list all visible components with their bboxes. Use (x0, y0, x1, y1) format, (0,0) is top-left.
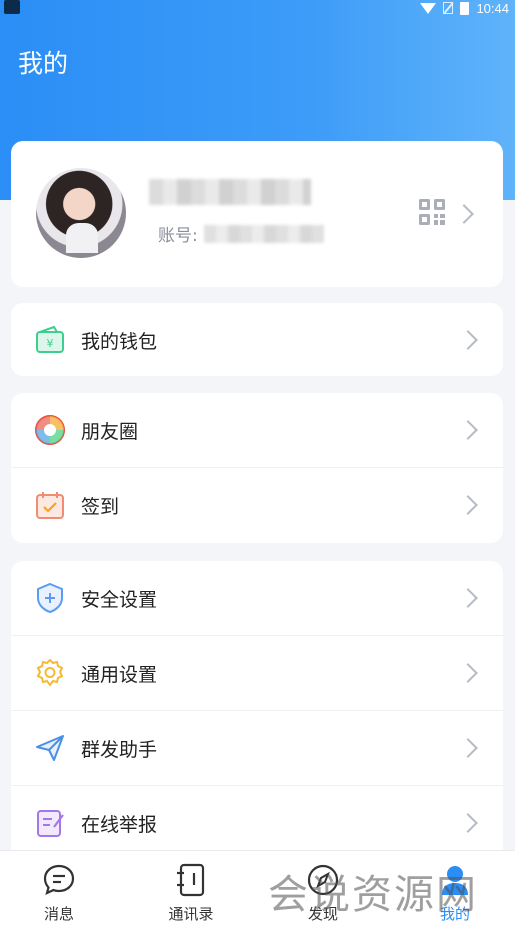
chevron-right-icon (458, 420, 478, 440)
moments-icon (35, 415, 65, 445)
wallet-icon: ¥ (36, 325, 64, 353)
checkin-calendar-icon (36, 492, 64, 519)
tab-contacts[interactable]: 通讯录 (141, 851, 241, 925)
tab-messages[interactable]: 消息 (9, 851, 109, 925)
paper-plane-icon (36, 735, 64, 761)
svg-text:¥: ¥ (47, 337, 54, 350)
chevron-right-icon (458, 738, 478, 758)
watermark: 会说资源网 (268, 872, 478, 918)
chevron-right-icon (458, 588, 478, 608)
gear-icon (36, 658, 64, 687)
no-sim-icon (443, 2, 454, 14)
chevron-right-icon (454, 204, 474, 224)
menu-item-label: 群发助手 (81, 739, 158, 761)
tab-label: 消息 (43, 905, 74, 923)
contacts-book-icon (177, 863, 205, 897)
chevron-right-icon (458, 813, 478, 833)
chat-icon (43, 864, 75, 895)
chevron-right-icon (458, 663, 478, 683)
chevron-right-icon (458, 330, 478, 350)
menu-item-wallet[interactable]: ¥ 我的钱包 (11, 303, 503, 377)
status-bar: 10:44 (0, 0, 515, 18)
social-group: 朋友圈 签到 (11, 393, 503, 543)
menu-item-label: 在线举报 (81, 814, 158, 836)
profile-card[interactable]: 账号: (11, 141, 503, 287)
wallet-group: ¥ 我的钱包 (11, 303, 503, 376)
account-label: 账号: (158, 226, 198, 246)
menu-item-general-settings[interactable]: 通用设置 (11, 636, 503, 710)
notification-icon (4, 0, 20, 14)
menu-item-label: 安全设置 (81, 589, 158, 611)
menu-item-broadcast[interactable]: 群发助手 (11, 711, 503, 785)
menu-item-security[interactable]: 安全设置 (11, 561, 503, 635)
battery-icon (460, 1, 470, 15)
nickname-redacted (149, 179, 311, 205)
report-edit-icon (37, 810, 64, 837)
menu-item-label: 签到 (81, 496, 120, 518)
settings-group: 安全设置 通用设置 群发助手 在线举报 (11, 561, 503, 861)
menu-item-moments[interactable]: 朋友圈 (11, 393, 503, 467)
page-title: 我的 (18, 49, 69, 78)
qr-code-icon[interactable] (418, 198, 446, 226)
status-time: 10:44 (476, 0, 509, 16)
shield-icon (37, 582, 63, 614)
menu-item-checkin[interactable]: 签到 (11, 468, 503, 542)
chevron-right-icon (458, 495, 478, 515)
menu-item-report[interactable]: 在线举报 (11, 786, 503, 860)
tab-label: 通讯录 (168, 905, 214, 923)
avatar[interactable] (36, 168, 126, 258)
wifi-icon (420, 2, 437, 14)
menu-item-label: 通用设置 (81, 664, 158, 686)
menu-item-label: 朋友圈 (81, 421, 139, 443)
menu-item-label: 我的钱包 (81, 331, 158, 353)
account-id-redacted (203, 224, 324, 243)
